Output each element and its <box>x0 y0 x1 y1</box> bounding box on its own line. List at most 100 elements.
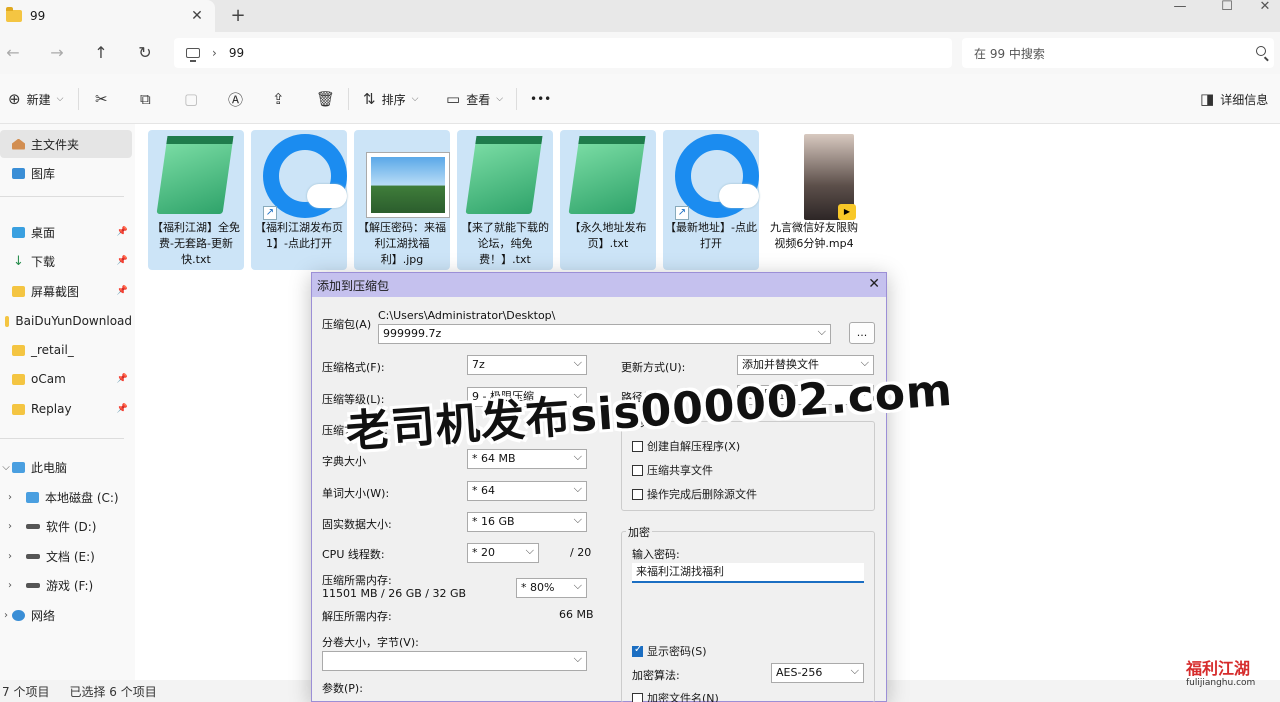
separator <box>78 88 79 110</box>
add-to-archive-dialog: 添加到压缩包 ✕ 压缩包(A) C:\Users\Administrator\D… <box>311 272 887 702</box>
close-icon[interactable]: ✕ <box>868 276 880 292</box>
view-button[interactable]: ▭ 查看 ⌵ <box>446 88 503 110</box>
forward-arrow-icon[interactable]: → <box>44 40 70 66</box>
word-select[interactable]: * 64 <box>467 480 587 501</box>
encrypt-names-checkbox[interactable]: 加密文件名(N) <box>632 690 719 702</box>
chevron-right-icon[interactable]: › <box>4 551 16 562</box>
tab-close-icon[interactable]: ✕ <box>185 8 209 24</box>
file-item[interactable]: 【解压密码：来福利江湖找福利】.jpg <box>354 130 450 270</box>
sidebar-item-label: 下载 <box>31 254 56 269</box>
pin-icon: 📌 <box>116 374 128 384</box>
encrypt-names-label: 加密文件名(N) <box>647 692 719 702</box>
sidebar-item-home[interactable]: 主文件夹 <box>0 130 132 158</box>
split-select[interactable] <box>322 650 587 671</box>
separator <box>348 88 349 110</box>
solid-select[interactable]: * 16 GB <box>467 511 587 532</box>
search-icon[interactable] <box>1256 46 1266 56</box>
dict-select[interactable]: * 64 MB <box>467 448 587 469</box>
sidebar-item-desktop[interactable]: 桌面 📌 <box>0 218 132 246</box>
demem-value: 66 MB <box>559 608 594 621</box>
delete-source-checkbox[interactable]: 操作完成后删除源文件 <box>632 486 757 502</box>
details-button[interactable]: ◨ 详细信息 <box>1200 88 1268 110</box>
folder-icon <box>12 373 25 385</box>
file-name: 九言微信好友限购视频6分钟.mp4 <box>770 221 858 250</box>
sidebar-item-drive-f[interactable]: › 游戏 (F:) <box>0 571 132 599</box>
tab-99[interactable]: 99 ✕ <box>0 0 215 32</box>
pin-icon: 📌 <box>116 404 128 414</box>
sidebar-item-downloads[interactable]: ↓ 下载 📌 <box>0 247 132 275</box>
file-item[interactable]: 【永久地址发布页】.txt <box>560 130 656 270</box>
new-button[interactable]: ⊕ 新建 ⌵ <box>8 88 63 110</box>
delete-button[interactable]: 🗑 <box>316 88 335 110</box>
chevron-down-icon[interactable]: ⌵ <box>0 462 12 473</box>
sidebar-item-ocam[interactable]: oCam 📌 <box>0 365 132 393</box>
algo-label: 加密算法: <box>632 669 680 682</box>
up-arrow-icon[interactable]: ↑ <box>88 40 114 66</box>
item-count: 7 个项目 <box>2 684 50 699</box>
sidebar-item-this-pc[interactable]: ⌵ 此电脑 <box>0 453 132 481</box>
sidebar-item-screenshots[interactable]: 屏幕截图 📌 <box>0 277 132 305</box>
address-input[interactable]: › 99 <box>174 38 952 68</box>
new-tab-icon[interactable]: + <box>228 5 248 26</box>
password-input[interactable]: 来福利江湖找福利 <box>632 563 864 583</box>
file-item[interactable]: ↗ 【最新地址】-点此打开 <box>663 130 759 270</box>
file-item[interactable]: 【福利江湖】全免费-无套路-更新快.txt <box>148 130 244 270</box>
search-input[interactable]: 在 99 中搜索 <box>962 38 1274 68</box>
scissors-icon: ✂ <box>95 90 108 108</box>
file-name: 【永久地址发布页】.txt <box>569 221 647 250</box>
sidebar-item-network[interactable]: › 网络 <box>0 601 132 629</box>
chevron-right-icon[interactable]: › <box>4 580 16 591</box>
sidebar-item-replay[interactable]: Replay 📌 <box>0 395 132 423</box>
sidebar-item-label: 网络 <box>31 608 56 623</box>
split-label: 分卷大小，字节(V): <box>322 636 419 649</box>
separator <box>516 88 517 110</box>
minimize-button[interactable]: — <box>1155 0 1205 14</box>
file-item[interactable]: 【来了就能下载的论坛，纯免费！】.txt <box>457 130 553 270</box>
sfx-checkbox[interactable]: 创建自解压程序(X) <box>632 438 740 454</box>
sidebar-item-drive-d[interactable]: › 软件 (D:) <box>0 512 132 540</box>
mem-select[interactable]: * 80% <box>516 577 587 598</box>
refresh-icon[interactable]: ↻ <box>132 40 158 66</box>
back-arrow-icon[interactable]: ← <box>0 40 26 66</box>
separator <box>0 196 124 197</box>
sort-button[interactable]: ⇅ 排序 ⌵ <box>363 88 418 110</box>
trash-icon: 🗑 <box>316 90 336 108</box>
file-name: 【来了就能下载的论坛，纯免费！】.txt <box>461 221 549 266</box>
window-close-button[interactable]: ✕ <box>1240 0 1280 14</box>
sidebar-item-drive-c[interactable]: › 本地磁盘 (C:) <box>0 483 132 511</box>
navigation-pane: 主文件夹 图库 桌面 📌 ↓ 下载 📌 屏幕截图 📌 BaiDuYunDownl… <box>0 124 135 680</box>
algo-select[interactable]: AES-256 <box>771 662 864 683</box>
show-password-checkbox[interactable]: 显示密码(S) <box>632 643 707 659</box>
sidebar-item-drive-e[interactable]: › 文档 (E:) <box>0 542 132 570</box>
gallery-icon <box>12 167 25 179</box>
chevron-right-icon[interactable]: › <box>4 521 16 532</box>
file-item[interactable]: ↗ 【福利江湖发布页1】-点此打开 <box>251 130 347 270</box>
network-icon <box>12 609 25 621</box>
sidebar-item-retail[interactable]: _retail_ <box>0 336 132 364</box>
chevron-right-icon[interactable]: › <box>4 492 16 503</box>
chevron-right-icon[interactable]: › <box>0 610 12 621</box>
sidebar-item-baiduyun[interactable]: BaiDuYunDownload <box>0 307 132 335</box>
delete-source-label: 操作完成后删除源文件 <box>647 488 757 501</box>
shared-checkbox[interactable]: 压缩共享文件 <box>632 462 713 478</box>
word-label: 单词大小(W): <box>322 487 390 500</box>
drive-icon <box>26 582 40 588</box>
shortcut-arrow-icon: ↗ <box>263 206 277 220</box>
share-button[interactable]: ⇪ <box>272 88 285 110</box>
archive-name-combo[interactable]: 999999.7z <box>378 323 831 344</box>
browse-button[interactable]: ... <box>849 322 875 344</box>
cpu-select[interactable]: * 20 <box>467 542 539 563</box>
copy-button[interactable]: ⧉ <box>140 88 151 110</box>
cloud-icon <box>307 184 347 208</box>
cut-button[interactable]: ✂ <box>95 88 108 110</box>
rename-button[interactable]: Ⓐ <box>228 88 243 110</box>
file-item[interactable]: ▶ 九言微信好友限购视频6分钟.mp4 <box>766 130 862 270</box>
sidebar-item-gallery[interactable]: 图库 <box>0 159 132 187</box>
path-segment[interactable]: 99 <box>229 46 244 60</box>
notepad-icon <box>568 136 646 214</box>
sort-icon: ⇅ <box>363 90 376 108</box>
format-select[interactable]: 7z <box>467 354 587 375</box>
notepad-icon <box>156 136 234 214</box>
paste-button[interactable]: ▢ <box>184 88 198 110</box>
more-button[interactable]: ••• <box>530 88 551 110</box>
